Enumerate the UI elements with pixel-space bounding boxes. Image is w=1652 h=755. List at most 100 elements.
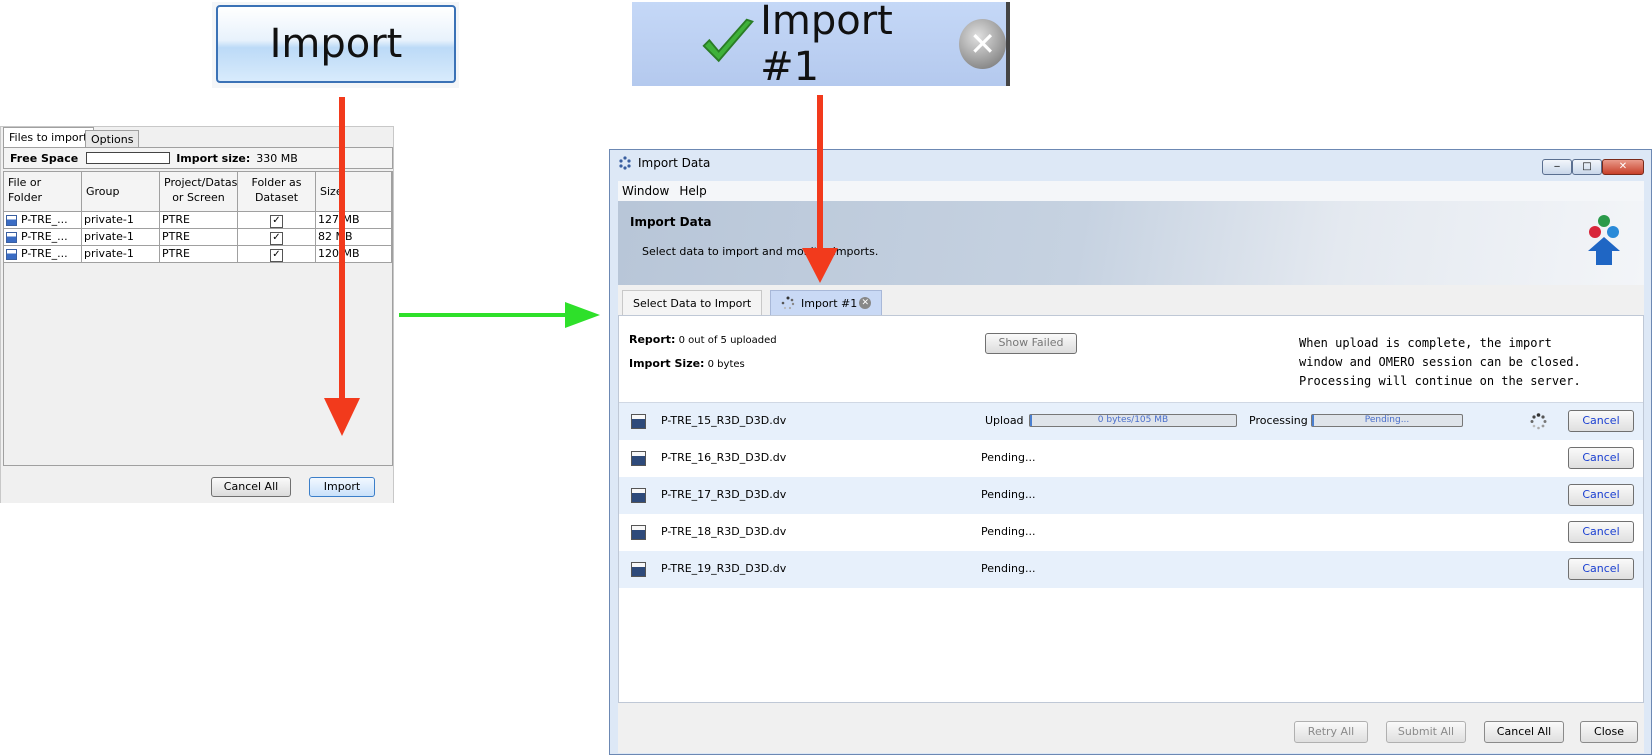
row-size: 82 MB (316, 229, 392, 245)
cancel-button[interactable]: Cancel (1568, 558, 1634, 580)
tab-options[interactable]: Options (85, 130, 140, 148)
tabs-row: Select Data to Import Import #1 ✕ (618, 285, 1644, 315)
row-project: PTRE (160, 212, 238, 228)
window-title: Import Data (638, 156, 711, 170)
files-table: File or Folder Group Project/Dataset or … (3, 171, 393, 466)
file-icon (631, 488, 646, 503)
file-name: P-TRE_16_R3D_D3D.dv (661, 451, 787, 464)
retry-all-button[interactable]: Retry All (1294, 721, 1368, 743)
menu-bar: Window Help (618, 181, 1644, 201)
free-space-bar (86, 152, 171, 164)
zoom-tab-label: Import #1 (760, 0, 893, 90)
row-size: 120 MB (316, 246, 392, 262)
file-icon (631, 414, 646, 429)
file-icon (631, 525, 646, 540)
cancel-all-button[interactable]: Cancel All (211, 477, 291, 497)
upload-progress-bar: 0 bytes/105 MB (1029, 414, 1237, 427)
cancel-all-button[interactable]: Cancel All (1484, 721, 1564, 743)
list-item: P-TRE_19_R3D_D3D.dv Pending... Cancel (619, 551, 1643, 588)
column-header-file[interactable]: File or Folder (4, 172, 82, 212)
file-icon (6, 231, 17, 243)
folder-as-dataset-checkbox[interactable]: ✓ (270, 215, 283, 228)
processing-progress-text: Pending... (1364, 415, 1410, 425)
tab-files-to-import[interactable]: Files to import (3, 127, 94, 148)
tab-select-data[interactable]: Select Data to Import (622, 290, 763, 315)
close-tab-icon[interactable]: ✕ (859, 297, 872, 309)
upload-note: When upload is complete, the import wind… (1299, 336, 1581, 388)
file-name: P-TRE_17_R3D_D3D.dv (661, 488, 787, 501)
row-file: P-TRE_... (21, 247, 68, 260)
footer-button-bar: Retry All Submit All Cancel All Close (618, 703, 1644, 753)
tab-import-1-label: Import #1 (801, 296, 858, 310)
import-content: Report: 0 out of 5 uploaded Import Size:… (618, 315, 1644, 703)
title-bar: Import Data (610, 150, 1651, 176)
banner-subtitle: Select data to import and monitor import… (642, 245, 879, 258)
busy-spinner-icon (1530, 413, 1547, 430)
row-group: private-1 (82, 212, 160, 228)
zoom-import-button: Import (216, 5, 456, 83)
folder-as-dataset-checkbox[interactable]: ✓ (270, 232, 283, 245)
import-size-value: 0 bytes (707, 359, 745, 370)
row-project: PTRE (160, 246, 238, 262)
file-name: P-TRE_15_R3D_D3D.dv (661, 414, 787, 427)
folder-as-dataset-checkbox[interactable]: ✓ (270, 249, 283, 262)
list-item: P-TRE_17_R3D_D3D.dv Pending... Cancel (619, 477, 1643, 514)
free-space-label: Free Space (10, 151, 79, 165)
list-item: P-TRE_18_R3D_D3D.dv Pending... Cancel (619, 514, 1643, 551)
left-dialog-button-bar: Cancel All Import (1, 467, 393, 503)
minimize-button[interactable]: ‒ (1542, 159, 1572, 175)
omero-spinner-icon (619, 156, 631, 170)
table-row[interactable]: P-TRE_... private-1 PTRE ✓ 120 MB (4, 246, 392, 263)
close-window-button[interactable]: ✕ (1602, 159, 1644, 175)
file-status: Pending... (981, 562, 1036, 575)
row-file: P-TRE_... (21, 213, 68, 226)
files-to-import-panel: Files to import Options Free Space Impor… (0, 126, 394, 503)
show-failed-button[interactable]: Show Failed (985, 333, 1077, 354)
cancel-button[interactable]: Cancel (1568, 484, 1634, 506)
banner: Import Data Select data to import and mo… (618, 201, 1644, 285)
upload-progress-fill (1030, 415, 1032, 426)
row-project: PTRE (160, 229, 238, 245)
file-status: Pending... (981, 451, 1036, 464)
import-button[interactable]: Import (309, 477, 375, 497)
import-data-window: Import Data ‒ □ ✕ Window Help Import Dat… (609, 149, 1652, 755)
cancel-button[interactable]: Cancel (1568, 521, 1634, 543)
report-value: 0 out of 5 uploaded (678, 335, 777, 346)
table-row[interactable]: P-TRE_... private-1 PTRE ✓ 82 MB (4, 229, 392, 246)
column-header-folder-as-dataset[interactable]: Folder as Dataset (238, 172, 316, 212)
import-size-label: Import size: (176, 151, 251, 165)
processing-label: Processing (1249, 414, 1308, 427)
processing-progress-fill (1312, 415, 1314, 426)
column-header-project[interactable]: Project/Dataset or Screen (160, 172, 248, 212)
list-item: P-TRE_16_R3D_D3D.dv Pending... Cancel (619, 440, 1643, 477)
cancel-button[interactable]: Cancel (1568, 410, 1634, 432)
column-header-group[interactable]: Group (82, 172, 160, 212)
row-file: P-TRE_... (21, 230, 68, 243)
submit-all-button[interactable]: Submit All (1386, 721, 1466, 743)
file-icon (6, 248, 17, 260)
file-name: P-TRE_19_R3D_D3D.dv (661, 562, 787, 575)
table-row[interactable]: P-TRE_... private-1 PTRE ✓ 127 MB (4, 212, 392, 229)
import-upload-icon (1588, 215, 1620, 265)
processing-progress-bar: Pending... (1311, 414, 1463, 427)
file-icon (6, 214, 17, 226)
column-header-size[interactable]: Size (316, 172, 392, 212)
import-size-value: 330 MB (256, 151, 298, 165)
row-group: private-1 (82, 229, 160, 245)
menu-help[interactable]: Help (679, 184, 706, 198)
loading-spinner-icon (781, 296, 795, 310)
upload-progress-text: 0 bytes/105 MB (1097, 415, 1169, 425)
file-status: Pending... (981, 525, 1036, 538)
file-icon (631, 451, 646, 466)
report-area: Report: 0 out of 5 uploaded Import Size:… (619, 316, 1643, 403)
maximize-button[interactable]: □ (1572, 159, 1602, 175)
cancel-button[interactable]: Cancel (1568, 447, 1634, 469)
free-space-row: Free Space Import size: 330 MB (3, 147, 393, 169)
import-size-label: Import Size: (629, 357, 705, 370)
row-group: private-1 (82, 246, 160, 262)
close-button[interactable]: Close (1580, 721, 1638, 743)
menu-window[interactable]: Window (622, 184, 669, 198)
tab-import-1[interactable]: Import #1 ✕ (770, 290, 883, 315)
file-icon (631, 562, 646, 577)
close-circle-icon: ✕ (959, 19, 1006, 69)
